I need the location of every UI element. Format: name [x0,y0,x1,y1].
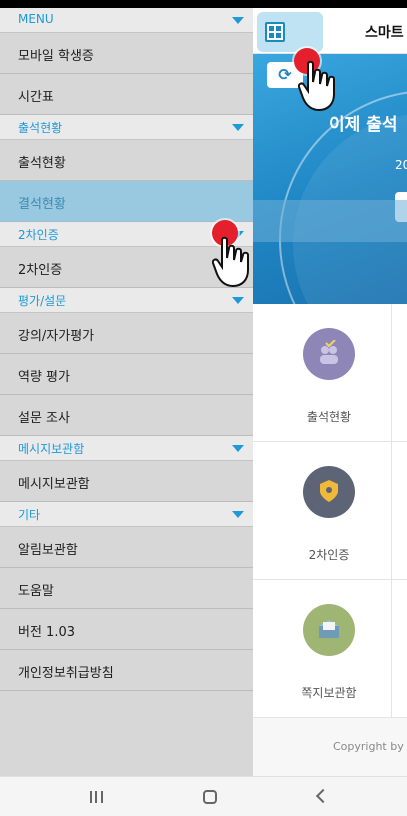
menu-item-label: 모바일 학생증 [18,49,94,64]
attendance-icon [303,328,355,380]
menu-item-label: 도움말 [18,584,54,599]
tile-label: 쪽지보관함 [301,686,357,700]
refresh-icon[interactable]: ⟳ [267,62,303,88]
menu-item-label: 버전 1.03 [18,625,75,640]
banner-subline: 20 [395,158,407,172]
menu-item-label: 2차인증 [18,263,63,278]
menu-item-label: 알림보관함 [18,543,78,558]
copyright-text: Copyright by [333,740,404,753]
menu-item-label: 역량 평가 [18,370,70,385]
system-nav-bar [0,776,407,816]
back-button[interactable] [292,783,352,811]
back-icon [315,788,331,804]
drawer-section-header[interactable]: 출석현황 [0,115,253,140]
section-title: 2차인증 [18,228,59,242]
status-bar [0,0,407,8]
tile-attendance[interactable]: 출석현황 [253,304,407,442]
section-title: 기타 [18,508,41,522]
drawer-menu-item[interactable]: 결석현황 [0,181,253,222]
menu-item-label: 강의/자가평가 [18,329,95,344]
drawer-menu-item[interactable]: 모바일 학생증 [0,33,253,74]
menu-grid-button[interactable] [257,12,323,52]
tile-grid: 출석현황 2차인증 쪽지보관함 [253,304,407,718]
shield-icon [303,466,355,518]
section-title: 출석현황 [18,121,63,135]
app-title: 스마트 [365,25,404,41]
drawer-menu-item[interactable]: 버전 1.03 [0,609,253,650]
section-title: MENU [18,12,54,26]
drawer-menu-item[interactable]: 알림보관함 [0,527,253,568]
chevron-down-icon [232,297,244,304]
tile-label: 출석현황 [306,410,352,424]
menu-item-label: 개인정보취급방침 [18,666,114,681]
drawer-menu-item[interactable]: 출석현황 [0,140,253,181]
banner-headline: 이제 출석 [329,115,398,135]
menu-item-label: 결석현황 [18,197,66,212]
tile-auth[interactable]: 2차인증 [253,442,407,580]
app-footer: Copyright by [253,718,407,776]
recents-button[interactable] [66,783,126,811]
banner: ⟳ 이제 출석 20 [253,54,407,304]
drawer-menu-item[interactable]: 시간표 [0,74,253,115]
tile-label: 2차인증 [308,548,350,562]
drawer-menu-item[interactable]: 도움말 [0,568,253,609]
home-icon [203,790,217,804]
app-header: 스마트 [253,8,407,54]
chevron-down-icon [232,511,244,518]
grid-icon [265,22,285,42]
home-button[interactable] [180,783,240,811]
menu-item-label: 메시지보관함 [18,477,90,492]
drawer-section-header[interactable]: 2차인증 [0,222,253,247]
screen: 스마트 ⟳ 이제 출석 20 출석현황 2차인증 쪽지보관함 Copyright… [0,0,407,816]
drawer-menu-item[interactable]: 역량 평가 [0,354,253,395]
drawer-menu-item[interactable]: 개인정보취급방침 [0,650,253,691]
drawer-section-header[interactable]: MENU [0,8,253,33]
drawer-menu-item[interactable]: 2차인증 [0,247,253,288]
active-row-highlight [253,200,407,242]
chevron-down-icon [232,17,244,24]
tile-message-box[interactable]: 쪽지보관함 [253,580,407,718]
chevron-down-icon [232,124,244,131]
menu-item-label: 시간표 [18,90,54,105]
menu-item-label: 출석현황 [18,156,66,171]
section-title: 평가/설문 [18,294,67,308]
navigation-drawer: MENU 모바일 학생증 시간표 출석현황 출석현황 결석현황 2차인증 2차인증 평가/설문 강… [0,8,253,776]
drawer-menu-item[interactable]: 설문 조사 [0,395,253,436]
recents-icon [90,791,103,803]
chevron-down-icon [232,445,244,452]
drawer-menu-item[interactable]: 메시지보관함 [0,461,253,502]
drawer-menu-item[interactable]: 강의/자가평가 [0,313,253,354]
app-background: 스마트 ⟳ 이제 출석 20 출석현황 2차인증 쪽지보관함 Copyright… [253,8,407,776]
drawer-section-header[interactable]: 기타 [0,502,253,527]
chevron-down-icon [232,231,244,238]
menu-item-label: 설문 조사 [18,411,70,426]
section-title: 메시지보관함 [18,442,85,456]
drawer-section-header[interactable]: 평가/설문 [0,288,253,313]
message-box-icon [303,604,355,656]
drawer-section-header[interactable]: 메시지보관함 [0,436,253,461]
